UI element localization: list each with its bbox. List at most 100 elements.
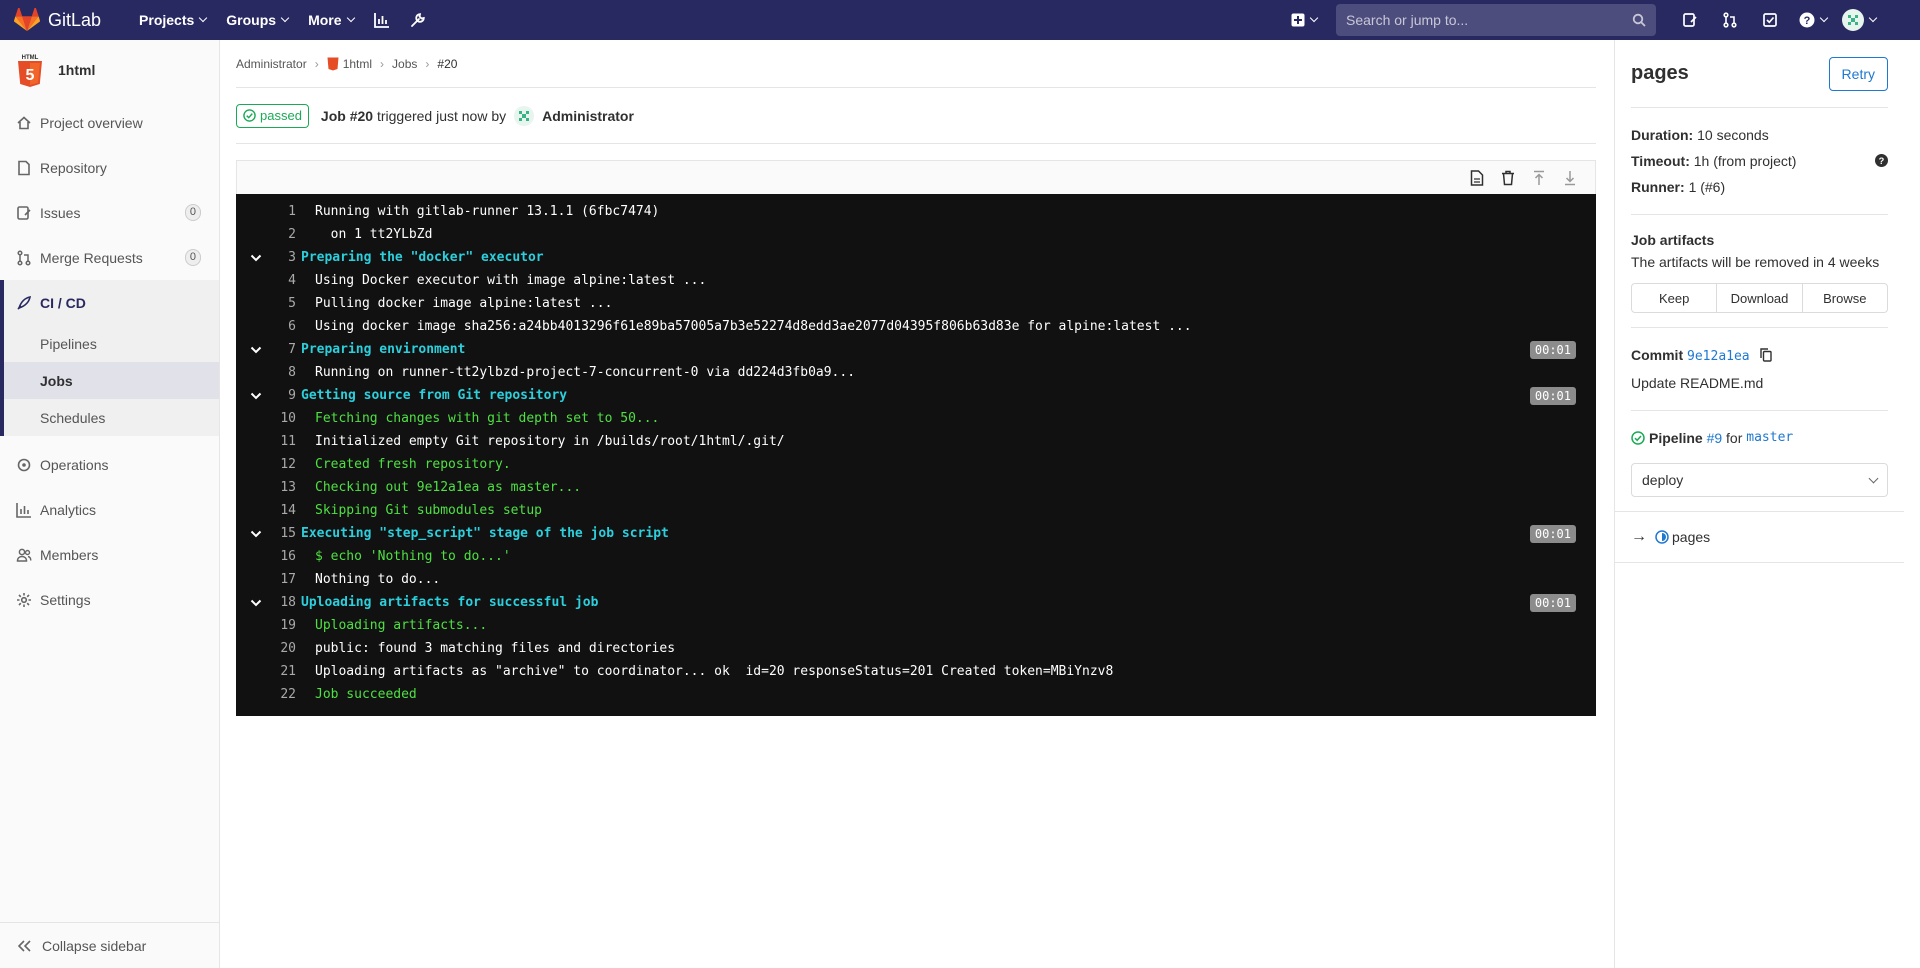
scroll-bottom-button[interactable] [1554,163,1585,193]
browse-artifacts-button[interactable]: Browse [1802,283,1888,313]
help-dropdown[interactable]: ? [1790,0,1836,40]
log-line: 5 Pulling docker image alpine:latest ... [236,292,1596,315]
commit-message: Update README.md [1631,375,1764,391]
sidebar-subitem-jobs[interactable]: Jobs [4,362,219,399]
chevron-down-icon[interactable] [236,530,276,538]
log-line-number[interactable]: 5 [276,296,296,311]
status-badge[interactable]: passed [236,103,309,128]
job-user-link[interactable]: Administrator [542,108,634,124]
log-line-number[interactable]: 19 [276,618,296,633]
project-sidebar: HTML 5 1html Project overview Repository… [0,40,220,968]
chevron-down-icon[interactable] [236,346,276,354]
sidebar-item-members[interactable]: Members [0,532,219,577]
sidebar-item-issues[interactable]: Issues 0 [0,190,219,235]
avatar[interactable] [514,105,535,126]
activity-chart-button[interactable] [364,0,400,40]
log-line-number[interactable]: 1 [276,204,296,219]
html5-logo-icon [327,57,339,70]
log-line-text: Using Docker executor with image alpine:… [315,273,707,288]
log-section-header[interactable]: 7 Preparing environment 00:01 [236,338,1596,361]
new-dropdown[interactable] [1282,13,1326,27]
log-line-text: Skipping Git submodules setup [315,503,542,518]
log-line-text: Running with gitlab-runner 13.1.1 (6fbc7… [315,204,660,219]
status-text: passed [260,108,302,123]
stage-dropdown[interactable]: deploy [1631,463,1888,497]
nav-more[interactable]: More [298,0,363,40]
raw-log-button[interactable] [1461,163,1492,193]
breadcrumb-job-id[interactable]: #20 [437,57,457,71]
copy-icon[interactable] [1759,348,1772,362]
todos-button[interactable] [1750,0,1790,40]
log-line-number[interactable]: 16 [276,549,296,564]
commit-sha-link[interactable]: 9e12a1ea [1687,349,1750,364]
sidebar-item-operations[interactable]: Operations [0,442,219,487]
search-input[interactable]: Search or jump to... [1336,4,1656,36]
log-section-header[interactable]: 15 Executing "step_script" stage of the j… [236,522,1596,545]
user-menu[interactable] [1836,0,1882,40]
sidebar-item-project-overview[interactable]: Project overview [0,100,219,145]
log-section-header[interactable]: 18 Uploading artifacts for successful job… [236,591,1596,614]
collapse-label: Collapse sidebar [42,937,147,954]
breadcrumb-jobs[interactable]: Jobs [392,57,417,71]
log-line-number[interactable]: 18 [276,595,296,610]
sidebar-subitem-pipelines[interactable]: Pipelines [4,325,219,362]
log-line-number[interactable]: 3 [276,250,296,265]
log-line-number[interactable]: 13 [276,480,296,495]
nav-groups[interactable]: Groups [216,0,298,40]
sidebar-subitem-schedules[interactable]: Schedules [4,399,219,436]
merge-requests-button[interactable] [1710,0,1750,40]
commit-label: Commit [1631,347,1684,363]
breadcrumb-admin[interactable]: Administrator [236,57,307,71]
log-section-header[interactable]: 9 Getting source from Git repository 00:01 [236,384,1596,407]
log-line-number[interactable]: 21 [276,664,296,679]
log-line-number[interactable]: 11 [276,434,296,449]
chevron-down-icon[interactable] [236,392,276,400]
gitlab-logo[interactable]: GitLab [14,0,101,40]
sidebar-item-repository[interactable]: Repository [0,145,219,190]
log-line-number[interactable]: 10 [276,411,296,426]
pipeline-link[interactable]: #9 [1707,425,1723,451]
log-line-number[interactable]: 6 [276,319,296,334]
download-artifacts-button[interactable]: Download [1717,283,1803,313]
sidebar-item-settings[interactable]: Settings [0,577,219,622]
issues-button[interactable] [1670,0,1710,40]
log-line-number[interactable]: 12 [276,457,296,472]
nav-projects[interactable]: Projects [129,0,216,40]
log-line-number[interactable]: 15 [276,526,296,541]
sidebar-item-merge-requests[interactable]: Merge Requests 0 [0,235,219,280]
retry-button[interactable]: Retry [1828,56,1888,91]
keep-artifacts-button[interactable]: Keep [1631,283,1718,313]
admin-area-button[interactable] [400,0,436,40]
sidebar-item-cicd[interactable]: CI / CD [4,280,219,325]
log-line: 6 Using docker image sha256:a24bb4013296f… [236,315,1596,338]
log-line-number[interactable]: 20 [276,641,296,656]
breadcrumb-project[interactable]: 1html [343,57,372,71]
home-icon [16,115,32,131]
log-line-number[interactable]: 2 [276,227,296,242]
log-line-number[interactable]: 7 [276,342,296,357]
help-icon[interactable]: ? [1875,154,1888,167]
duration-value: 10 seconds [1697,127,1769,143]
scroll-top-button[interactable] [1523,163,1554,193]
log-line-number[interactable]: 9 [276,388,296,403]
chevron-down-icon[interactable] [236,254,276,262]
log-line-number[interactable]: 8 [276,365,296,380]
sidebar-item-analytics[interactable]: Analytics [0,487,219,532]
stage-job-item[interactable]: → pages [1615,511,1904,563]
project-header[interactable]: HTML 5 1html [0,40,219,100]
status-success-icon [243,109,256,122]
collapse-sidebar-button[interactable]: Collapse sidebar [0,922,220,968]
pipeline-ref-link[interactable]: master [1746,425,1793,451]
log-line-number[interactable]: 17 [276,572,296,587]
erase-log-button[interactable] [1492,163,1523,193]
log-section-header[interactable]: 3 Preparing the "docker" executor [236,246,1596,269]
log-line-number[interactable]: 14 [276,503,296,518]
log-line-text: Initialized empty Git repository in /bui… [315,434,785,449]
log-line-number[interactable]: 4 [276,273,296,288]
log-line-number[interactable]: 22 [276,687,296,702]
sidebar-subitem-label: Schedules [40,409,106,426]
sidebar-item-label: Members [40,546,99,563]
log-line: 22 Job succeeded [236,683,1596,706]
chevron-down-icon[interactable] [236,599,276,607]
main-content: Administrator › 1html › Jobs › #20 passe… [236,40,1596,716]
